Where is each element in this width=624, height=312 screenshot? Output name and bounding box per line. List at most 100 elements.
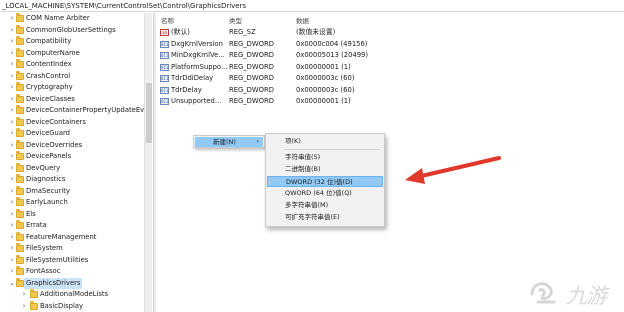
address-bar[interactable]: _LOCAL_MACHINE\SYSTEM\CurrentControlSet\… [0, 0, 624, 12]
value-row[interactable]: ab (默认) REG_SZ (数值未设置) [157, 27, 624, 38]
column-header-name[interactable]: 名称 [161, 15, 174, 25]
value-row[interactable]: 011 TdrDdiDelay REG_DWORD 0x0000003c (60… [157, 73, 624, 84]
chevron-right-icon[interactable]: › [8, 151, 16, 163]
tree-item[interactable]: › DeviceOverrides [0, 139, 144, 152]
folder-icon [16, 162, 24, 172]
chevron-right-icon[interactable]: › [8, 209, 16, 221]
tree-item[interactable]: › DmaSecurity [0, 185, 144, 198]
tree-item-selected[interactable]: ⌄ GraphicsDrivers [0, 277, 144, 290]
tree-item[interactable]: › BasicDisplay [0, 300, 144, 312]
value-row[interactable]: 011 TdrDelay REG_DWORD 0x0000003c (60) [157, 85, 624, 96]
folder-icon [16, 70, 24, 80]
pane-splitter[interactable] [153, 13, 156, 312]
registry-tree[interactable]: › COM Name Arbiter › CommonGlobUserSetting… [0, 13, 153, 312]
tree-item[interactable]: › CommonGlobUserSettings [0, 24, 144, 37]
chevron-right-icon[interactable]: › [8, 36, 16, 48]
folder-icon [16, 185, 24, 195]
tree-item[interactable]: › DeviceContainerPropertyUpdateEve [0, 105, 148, 117]
tree-item[interactable]: › EarlyLaunch [0, 197, 144, 209]
chevron-right-icon[interactable]: › [8, 59, 16, 71]
tree-item[interactable]: › AdditionalModeLists [0, 289, 144, 301]
scrollbar-thumb[interactable] [146, 83, 152, 143]
value-row[interactable]: 011 PlatformSuppo... REG_DWORD 0x0000000… [157, 62, 624, 73]
menu-item-key[interactable]: 项(K) [267, 136, 383, 147]
chevron-right-icon[interactable]: › [8, 266, 16, 278]
tree-scrollbar[interactable] [144, 13, 152, 312]
column-header-type[interactable]: 类型 [229, 15, 242, 25]
menu-item-qword-value[interactable]: QWORD (64 位)值(Q) [267, 188, 383, 199]
chevron-right-icon[interactable]: › [8, 117, 16, 129]
folder-icon [16, 197, 24, 206]
dword-value-icon: 011 [160, 52, 169, 59]
chevron-right-icon[interactable]: › [8, 255, 16, 267]
tree-item[interactable]: › Els [0, 208, 144, 221]
menu-item-binary-value[interactable]: 二进制值(B) [267, 164, 383, 175]
chevron-down-icon[interactable]: ⌄ [8, 278, 16, 290]
tree-item[interactable]: › FontAssoc [0, 266, 144, 278]
chevron-right-icon[interactable]: › [8, 140, 16, 152]
tree-item[interactable]: › DevicePanels [0, 151, 144, 163]
chevron-right-icon[interactable]: › [8, 71, 16, 83]
chevron-right-icon[interactable]: › [8, 48, 16, 60]
menu-separator [284, 149, 380, 150]
tree-item[interactable]: › DeviceGuard [0, 128, 144, 140]
tree-item[interactable]: › ContentIndex [0, 59, 144, 71]
tree-item[interactable]: › DeviceClasses [0, 93, 144, 106]
folder-icon [16, 24, 24, 34]
menu-item-multi-string-value[interactable]: 多字符串值(M) [267, 200, 383, 211]
column-header-data[interactable]: 数据 [296, 15, 309, 25]
menu-item-string-value[interactable]: 字符串值(S) [267, 152, 383, 163]
folder-icon [16, 82, 24, 91]
tree-item[interactable]: › Diagnostics [0, 174, 144, 186]
menu-item-new[interactable]: 新建(N) › [195, 137, 263, 147]
tree-item[interactable]: › ComputerName [0, 47, 144, 60]
value-row[interactable]: 011 MinDxgKrnlVe... REG_DWORD 0x00005013… [157, 50, 624, 61]
folder-icon [16, 266, 24, 275]
chevron-right-icon[interactable]: › [8, 232, 16, 244]
folder-icon [16, 277, 24, 287]
folder-icon [16, 13, 24, 22]
chevron-right-icon[interactable]: › [8, 13, 16, 25]
tree-item[interactable]: › DevQuery [0, 162, 144, 175]
menu-item-expandable-string-value[interactable]: 可扩充字符串值(E) [267, 212, 383, 223]
tree-item[interactable]: › COM Name Arbiter [0, 13, 144, 25]
tree-item[interactable]: › Compatibility [0, 36, 144, 48]
folder-icon [16, 93, 24, 103]
chevron-right-icon[interactable]: › [8, 25, 16, 37]
chevron-right-icon[interactable]: › [20, 289, 28, 301]
dword-value-icon: 011 [160, 40, 169, 48]
chevron-right-icon[interactable]: › [20, 301, 28, 312]
folder-icon [16, 151, 24, 160]
tree-item[interactable]: › CrashControl [0, 70, 144, 83]
chevron-right-icon[interactable]: › [8, 94, 16, 106]
chevron-right-icon[interactable]: › [8, 105, 16, 117]
chevron-right-icon[interactable]: › [8, 220, 16, 232]
folder-icon [30, 289, 38, 298]
tree-item[interactable]: › FileSystem [0, 243, 144, 255]
tree-item[interactable]: › DeviceContainers [0, 116, 144, 129]
folder-icon [16, 220, 24, 229]
value-row[interactable]: 011 DxgKrnlVersion REG_DWORD 0x0000c004 … [157, 39, 624, 50]
values-pane[interactable]: 名称 类型 数据 ab (默认) REG_SZ (数值未设置) 011 DxgK… [157, 13, 624, 312]
folder-icon [30, 300, 38, 310]
dword-value-icon: 011 [160, 63, 169, 71]
tree-item[interactable]: › FeatureManagement [0, 231, 144, 244]
tree-item[interactable]: › FileSystemUtilities [0, 254, 144, 267]
menu-item-dword-value[interactable]: DWORD (32 位)值(D) [267, 176, 383, 187]
chevron-right-icon[interactable]: › [8, 82, 16, 94]
chevron-right-icon[interactable]: › [8, 186, 16, 198]
chevron-right-icon[interactable]: › [8, 243, 16, 255]
folder-icon [16, 231, 24, 241]
menu-item-new-label: 新建(N) [213, 138, 236, 146]
new-submenu[interactable]: 项(K) 字符串值(S) 二进制值(B) DWORD (32 位)值(D) QW… [265, 133, 385, 227]
value-row[interactable]: 011 Unsupported... REG_DWORD 0x00000001 … [157, 96, 624, 107]
chevron-right-icon[interactable]: › [8, 163, 16, 175]
folder-icon [16, 116, 24, 126]
folder-icon [16, 59, 24, 68]
chevron-right-icon[interactable]: › [8, 128, 16, 140]
chevron-right-icon[interactable]: › [8, 197, 16, 209]
tree-item[interactable]: › Errata [0, 220, 144, 232]
context-menu[interactable]: 新建(N) › [193, 135, 265, 148]
chevron-right-icon[interactable]: › [8, 174, 16, 186]
tree-item[interactable]: › Cryptography [0, 82, 144, 94]
